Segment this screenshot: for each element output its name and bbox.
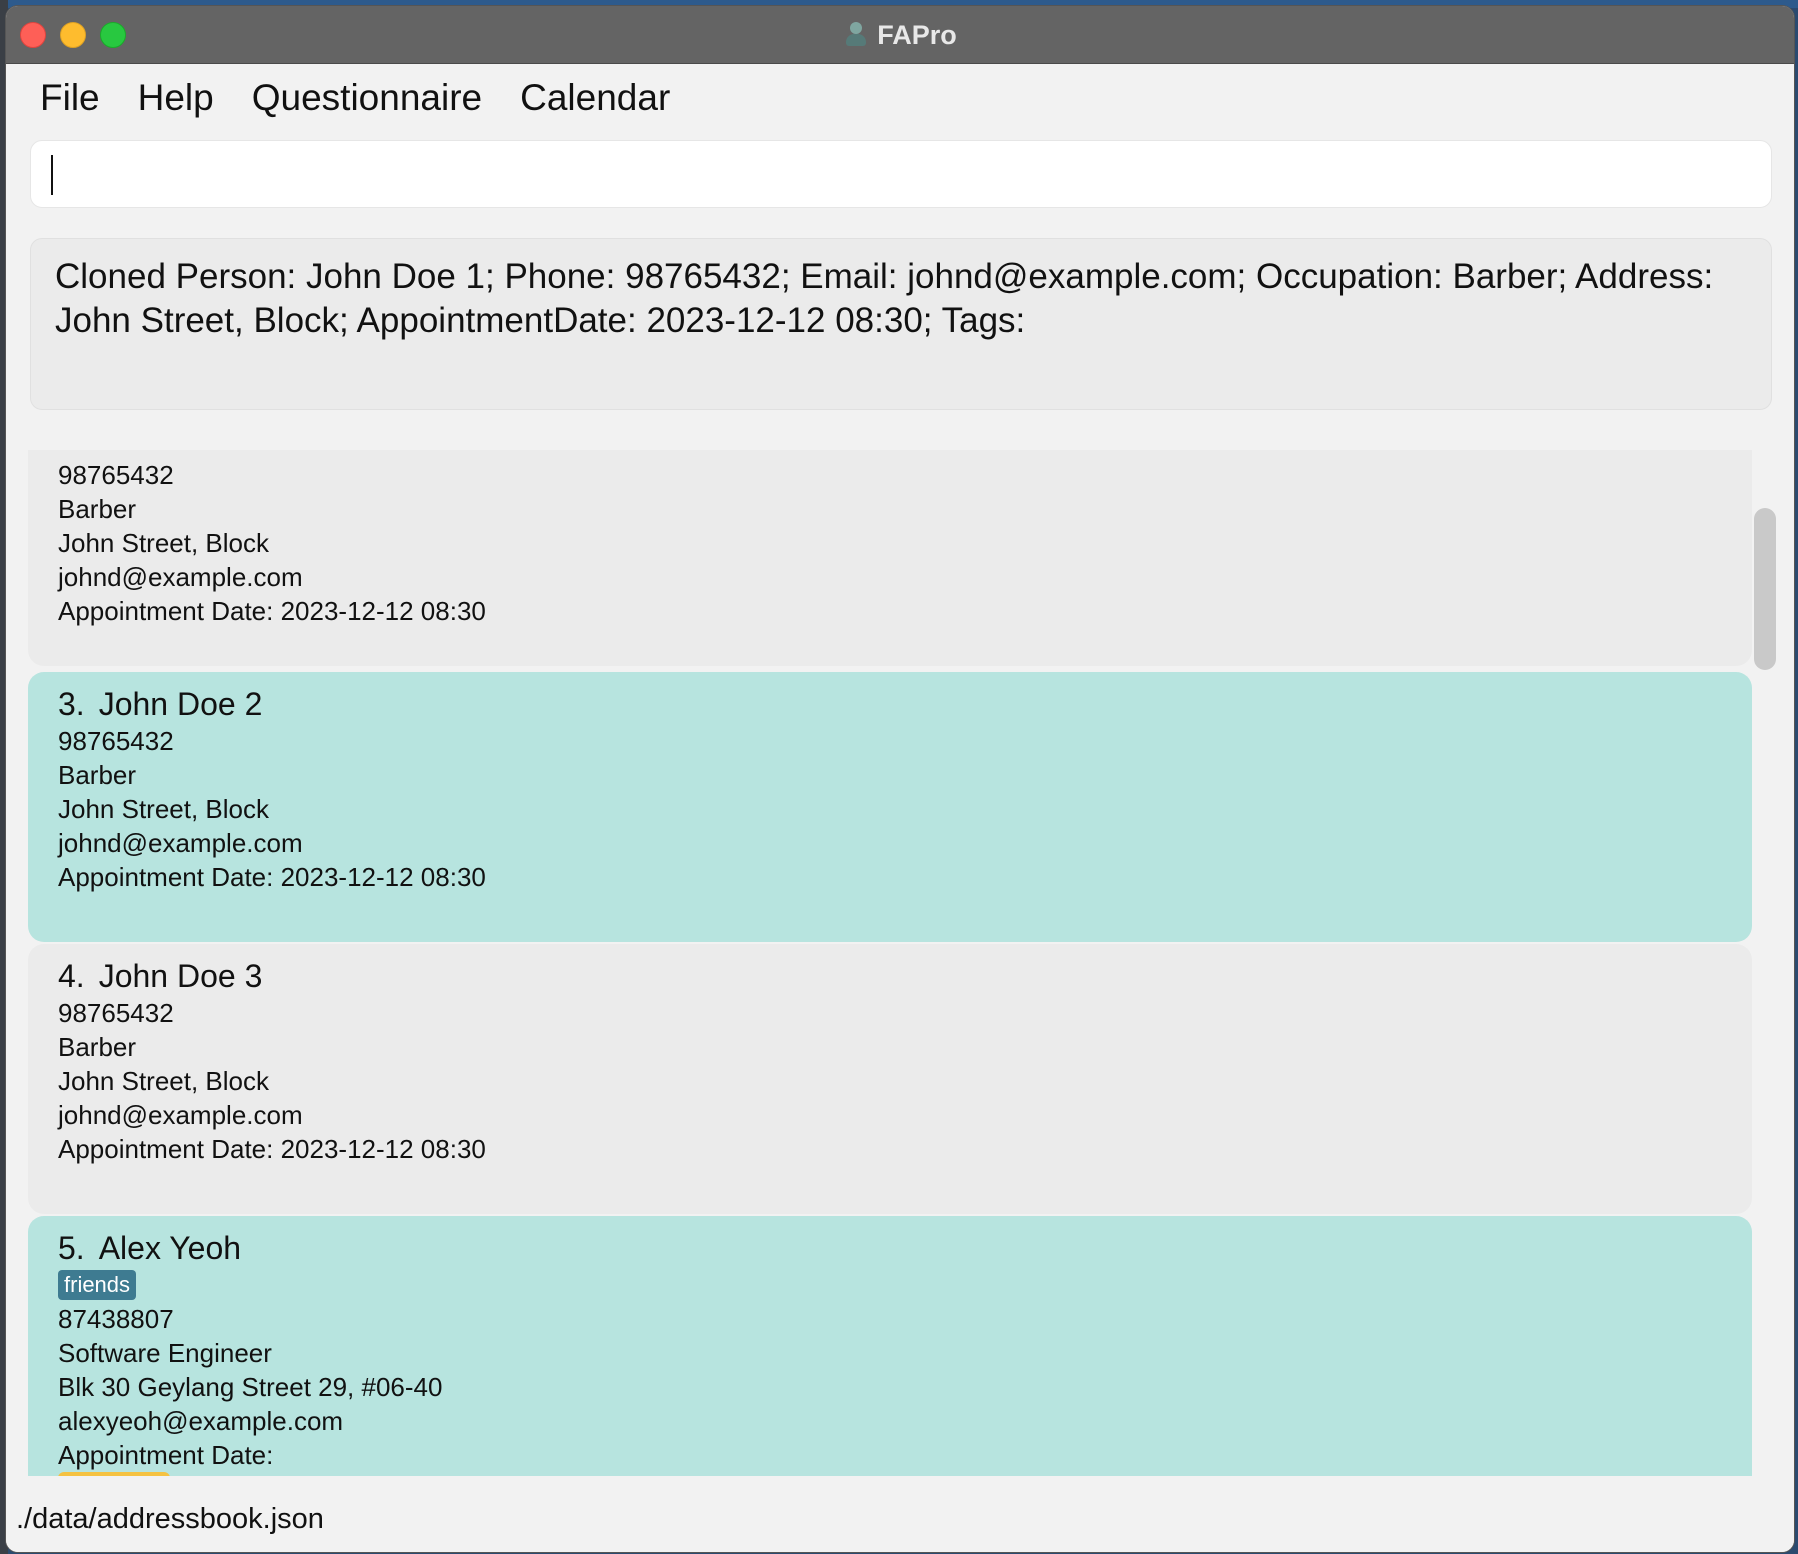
- result-text: Cloned Person: John Doe 1; Phone: 987654…: [55, 257, 1714, 340]
- list-scrollbar-thumb[interactable]: [1754, 508, 1776, 670]
- menu-help[interactable]: Help: [138, 77, 214, 119]
- status-bar: ./data/addressbook.json: [6, 1486, 1794, 1552]
- person-phone: 87438807: [58, 1304, 174, 1334]
- person-card-4[interactable]: 4. John Doe 3 98765432 Barber John Street…: [28, 944, 1752, 1214]
- person-card-3[interactable]: 3. John Doe 2 98765432 Barber John Street…: [28, 672, 1752, 942]
- person-index: 4.: [58, 958, 85, 994]
- person-address: John Street, Block: [58, 1066, 269, 1096]
- menu-questionnaire[interactable]: Questionnaire: [252, 77, 482, 119]
- command-box[interactable]: [30, 140, 1772, 208]
- person-phone: 98765432: [58, 460, 174, 490]
- command-input[interactable]: [57, 149, 1757, 199]
- person-index: 3.: [58, 686, 85, 722]
- person-name: John Doe 3: [98, 958, 263, 994]
- person-email: alexyeoh@example.com: [58, 1406, 344, 1436]
- tag-row: friends: [58, 1268, 1722, 1302]
- person-occupation: Barber: [58, 760, 137, 790]
- result-display: Cloned Person: John Doe 1; Phone: 987654…: [30, 238, 1772, 410]
- person-phone: 98765432: [58, 998, 174, 1028]
- person-appointment: Appointment Date: 2023-12-12 08:30: [58, 862, 486, 892]
- person-name-row: 5. Alex Yeoh: [58, 1228, 1722, 1268]
- person-email: johnd@example.com: [58, 1100, 303, 1130]
- menu-calendar[interactable]: Calendar: [520, 77, 670, 119]
- menu-file[interactable]: File: [40, 77, 100, 119]
- title-group: FAPro: [6, 6, 1794, 64]
- text-caret: [51, 155, 53, 195]
- person-address: Blk 30 Geylang Street 29, #06-40: [58, 1372, 443, 1402]
- person-list[interactable]: 98765432 Barber John Street, Block johnd…: [28, 450, 1752, 1476]
- person-email: johnd@example.com: [58, 828, 303, 858]
- person-name: Alex Yeoh: [98, 1230, 242, 1266]
- person-address: John Street, Block: [58, 528, 269, 558]
- window-title: FAPro: [877, 19, 957, 50]
- person-index: 5.: [58, 1230, 85, 1266]
- person-appointment: Appointment Date:: [58, 1440, 274, 1470]
- person-occupation: Barber: [58, 1032, 137, 1062]
- person-name-row: 4. John Doe 3: [58, 956, 1722, 996]
- person-occupation: Barber: [58, 494, 137, 524]
- appointment-badge: [58, 1472, 170, 1476]
- person-occupation: Software Engineer: [58, 1338, 272, 1368]
- person-card-2[interactable]: 98765432 Barber John Street, Block johnd…: [28, 450, 1752, 666]
- person-appointment: Appointment Date: 2023-12-12 08:30: [58, 596, 486, 626]
- app-person-icon: [843, 20, 869, 50]
- person-name-row: 3. John Doe 2: [58, 684, 1722, 724]
- title-bar: FAPro: [6, 6, 1794, 64]
- person-card-5[interactable]: 5. Alex Yeoh friends 87438807 Software En…: [28, 1216, 1752, 1476]
- person-phone: 98765432: [58, 726, 174, 756]
- person-email: johnd@example.com: [58, 562, 303, 592]
- person-appointment: Appointment Date: 2023-12-12 08:30: [58, 1134, 486, 1164]
- tag-badge: friends: [58, 1270, 137, 1300]
- person-address: John Street, Block: [58, 794, 269, 824]
- menu-bar: File Help Questionnaire Calendar: [6, 68, 1794, 128]
- person-name: John Doe 2: [98, 686, 263, 722]
- save-file-path: ./data/addressbook.json: [16, 1502, 324, 1535]
- app-window: FAPro File Help Questionnaire Calendar C…: [6, 6, 1794, 1552]
